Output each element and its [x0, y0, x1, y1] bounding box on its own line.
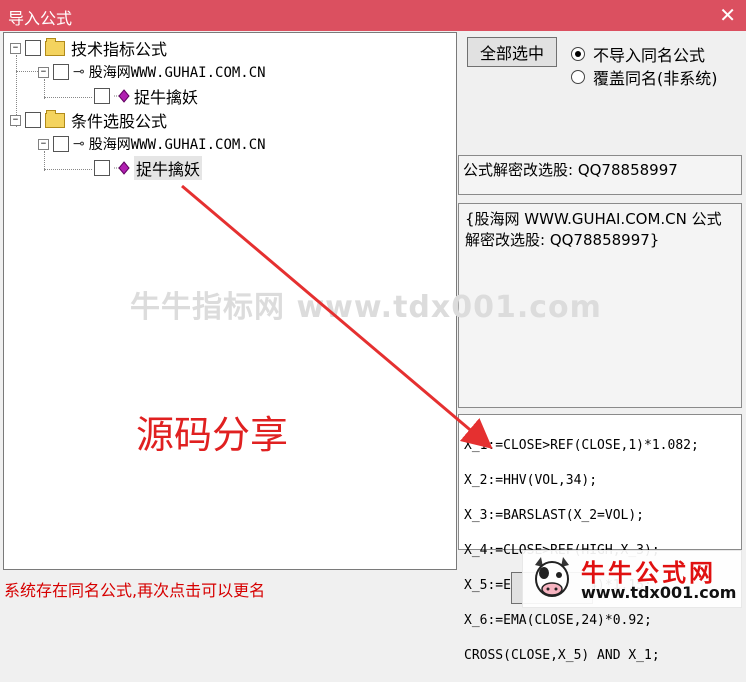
code-line: X_2:=HHV(VOL,34); [464, 472, 598, 488]
close-icon[interactable]: ✕ [719, 3, 736, 27]
collapse-icon[interactable]: − [10, 114, 21, 126]
checkbox[interactable] [53, 136, 69, 152]
code-line: CROSS(CLOSE,X_5) AND X_1; [464, 647, 660, 663]
tree-node-formula[interactable]: 捉牛擒妖 [94, 85, 198, 107]
tree-node-label: 股海网WWW.GUHAI.COM.CN [88, 137, 266, 153]
status-message: 系统存在同名公式,再次点击可以更名 [4, 581, 266, 600]
description-text: {股海网 WWW.GUHAI.COM.CN 公式解密改选股: QQ7885899… [465, 210, 722, 249]
select-all-button[interactable]: 全部选中 [467, 37, 557, 67]
tree-connector [44, 97, 92, 98]
description-field[interactable]: {股海网 WWW.GUHAI.COM.CN 公式解密改选股: QQ7885899… [458, 203, 742, 408]
code-line: X_3:=BARSLAST(X_2=VOL); [464, 507, 645, 523]
checkbox[interactable] [25, 40, 41, 56]
cow-mascot-icon [535, 557, 569, 597]
tree-node-author[interactable]: − ⊸ 股海网WWW.GUHAI.COM.CN [38, 133, 266, 155]
radio-label: 覆盖同名(非系统) [593, 69, 718, 88]
diamond-formula-icon [114, 89, 130, 103]
collapse-icon[interactable]: − [38, 66, 49, 78]
collapse-icon[interactable]: − [38, 138, 49, 150]
checkbox[interactable] [94, 160, 110, 176]
tree-node-indicator-formulas[interactable]: − 技术指标公式 [10, 37, 167, 59]
tree-node-formula[interactable]: 捉牛擒妖 [94, 156, 203, 180]
checkbox[interactable] [25, 112, 41, 128]
radio-button[interactable] [571, 70, 585, 84]
brand-logo: 牛牛公式网 www.tdx001.com [522, 550, 742, 608]
code-line: X_6:=EMA(CLOSE,24)*0.92; [464, 612, 652, 628]
tree-node-label: 捉牛擒妖 [134, 156, 203, 180]
collapse-icon[interactable]: − [10, 42, 21, 54]
radio-label: 不导入同名公式 [593, 46, 706, 65]
radio-no-import[interactable]: 不导入同名公式 [571, 42, 705, 66]
tree-node-author[interactable]: − ⊸ 股海网WWW.GUHAI.COM.CN [38, 61, 266, 83]
tree-connector [44, 169, 92, 170]
key-icon: ⊸ [73, 64, 85, 80]
annotation-label: 源码分享 [136, 413, 289, 457]
checkbox[interactable] [94, 88, 110, 104]
key-icon: ⊸ [73, 136, 85, 152]
radio-button[interactable] [571, 47, 585, 61]
formula-tree[interactable]: − 技术指标公式 − ⊸ 股海网WWW.GUHAI.COM.CN 捉牛擒妖 − … [3, 32, 457, 570]
tree-node-label: 捉牛擒妖 [134, 88, 199, 107]
folder-icon [45, 37, 65, 56]
folder-icon [45, 109, 65, 128]
window-title: 导入公式 [8, 9, 73, 28]
diamond-formula-icon [114, 161, 130, 175]
title-bar: 导入公式 ✕ [0, 0, 746, 31]
tree-node-screening-formulas[interactable]: − 条件选股公式 [10, 109, 167, 131]
checkbox[interactable] [53, 64, 69, 80]
tree-node-label: 技术指标公式 [71, 40, 168, 59]
tree-connector [16, 71, 40, 72]
password-info-text: 公式解密改选股: QQ78858997 [463, 161, 678, 179]
password-info-field[interactable]: 公式解密改选股: QQ78858997 [458, 155, 742, 195]
source-code-field[interactable]: X_1:=CLOSE>REF(CLOSE,1)*1.082; X_2:=HHV(… [458, 414, 742, 663]
tree-node-label: 股海网WWW.GUHAI.COM.CN [88, 65, 266, 81]
radio-overwrite[interactable]: 覆盖同名(非系统) [571, 65, 718, 89]
tree-node-label: 条件选股公式 [71, 112, 168, 131]
logo-url: www.tdx001.com [581, 583, 737, 602]
code-line: X_1:=CLOSE>REF(CLOSE,1)*1.082; [464, 437, 699, 453]
